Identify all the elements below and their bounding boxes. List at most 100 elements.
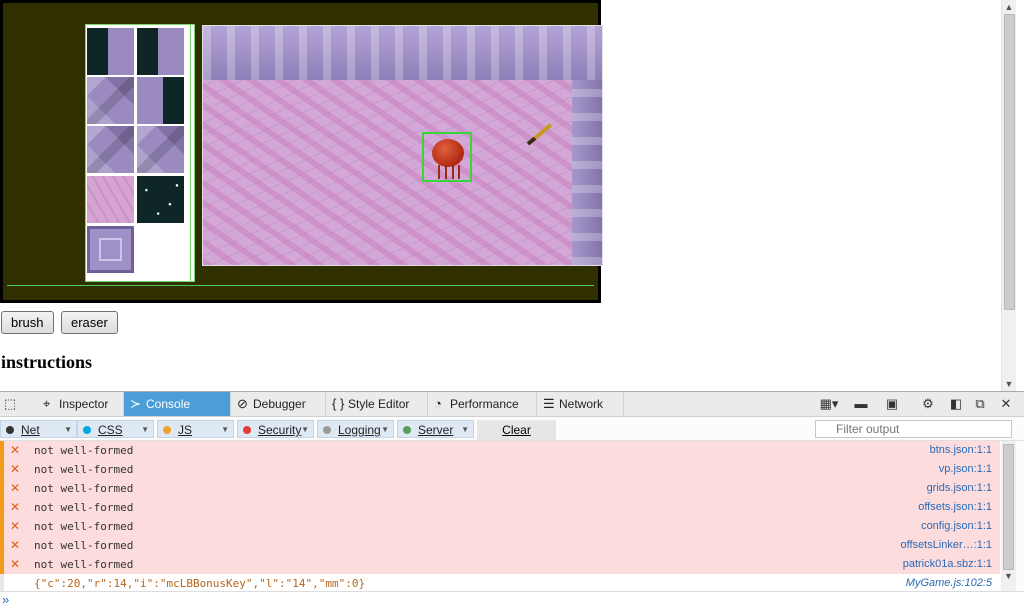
error-icon: ✕ [10,557,21,571]
log-source-link[interactable]: offsets.json:1:1 [918,498,992,517]
game-canvas[interactable] [0,0,603,303]
chevron-down-icon[interactable]: ▼ [141,421,149,439]
log-message: not well-formed [34,520,134,533]
log-source-link[interactable]: btns.json:1:1 [930,441,992,460]
filter-label: JS [178,423,193,437]
palette-tile[interactable] [137,126,184,173]
network-icon: ☰ [543,396,555,411]
tab-label: Inspector [59,397,109,411]
palette-tile[interactable] [137,28,184,75]
map-selection-box[interactable] [422,132,472,182]
console-error-row: ✕ not well-formed offsets.json:1:1 [0,498,1000,517]
filter-label: Logging [338,423,381,437]
close-devtools-icon[interactable]: ✕ [998,396,1014,412]
palette-tile[interactable] [87,77,134,124]
devtools-panel: ⬚ ⌖ Inspector ≻ Console ⊘ Debugger { } Style Ed… [0,391,1024,608]
log-message: not well-formed [34,558,134,571]
console-error-row: ✕ not well-formed grids.json:1:1 [0,479,1000,498]
filter-server[interactable]: Server ▼ [397,420,474,438]
scroll-up-icon[interactable]: ▲ [1002,0,1016,14]
log-message: not well-formed [34,501,134,514]
tab-performance[interactable]: ◔ Performance [428,392,537,416]
filter-dot-icon [83,426,91,434]
error-icon: ✕ [10,538,21,552]
creature-sprite [432,139,464,179]
palette-tile[interactable] [137,176,184,223]
filter-dot-icon [243,426,251,434]
undock-icon[interactable]: ⧉ [972,396,988,412]
filter-css[interactable]: CSS ▼ [77,420,154,438]
tab-label: Performance [450,397,519,411]
console-scrollbar-thumb[interactable] [1003,444,1014,570]
map-top-wall [203,26,602,80]
eraser-button[interactable]: eraser [61,311,118,334]
map-view[interactable] [202,25,603,266]
palette-tile[interactable] [137,77,184,124]
error-icon: ✕ [10,519,21,533]
console-output: ✕ not well-formed btns.json:1:1 ✕ not well-f… [0,441,1016,591]
log-source-link[interactable]: MyGame.js:102:5 [906,574,992,591]
console-log-row: {"c":20,"r":14,"i":"mcLBBonusKey","l":"1… [0,574,1000,591]
filter-dot-icon [403,426,411,434]
scroll-down-icon[interactable]: ▼ [1002,377,1016,391]
palette-tile[interactable] [87,28,134,75]
tile-palette[interactable] [85,24,195,282]
split-console-icon[interactable]: ▬ [853,396,869,412]
chevron-down-icon[interactable]: ▼ [64,421,72,439]
inspector-icon: ⌖ [43,396,51,411]
debugger-icon: ⊘ [237,396,248,411]
tab-network[interactable]: ☰ Network [537,392,624,416]
chevron-down-icon[interactable]: ▼ [461,421,469,439]
log-source-link[interactable]: patrick01a.sbz:1:1 [903,555,992,574]
element-picker-icon[interactable]: ⬚ [2,396,18,412]
filter-security[interactable]: Security ▼ [237,420,314,438]
page-scrollbar[interactable]: ▲ ▼ [1001,0,1016,391]
tab-label: Style Editor [348,397,410,411]
brush-button[interactable]: brush [1,311,54,334]
log-source-link[interactable]: config.json:1:1 [921,517,992,536]
settings-gear-icon[interactable]: ⚙ [920,396,936,412]
log-message: not well-formed [34,539,134,552]
frame-selector-icon[interactable]: ▦▾ [816,396,842,412]
map-right-wall [572,80,602,265]
log-source-link[interactable]: grids.json:1:1 [927,479,992,498]
chevron-down-icon[interactable]: ▼ [301,421,309,439]
palette-tile[interactable] [87,126,134,173]
log-message: {"c":20,"r":14,"i":"mcLBBonusKey","l":"1… [34,577,366,590]
filter-logging[interactable]: Logging ▼ [317,420,394,438]
filter-label: Server [418,423,454,437]
console-scrollbar[interactable]: ▼ [1001,441,1016,591]
palette-divider [190,25,191,281]
log-source-link[interactable]: offsetsLinker…:1:1 [900,536,992,555]
chevron-down-icon[interactable]: ▼ [221,421,229,439]
tab-debugger[interactable]: ⊘ Debugger [231,392,326,416]
error-icon: ✕ [10,462,21,476]
instructions-heading: instructions [1,352,93,372]
clear-button[interactable]: Clear [477,420,556,440]
console-error-row: ✕ not well-formed offsetsLinker…:1:1 [0,536,1000,555]
filter-dot-icon [323,426,331,434]
log-source-link[interactable]: vp.json:1:1 [939,460,992,479]
filter-output-input[interactable] [815,420,1012,438]
console-prompt-icon: » [2,592,10,607]
tab-inspector[interactable]: ⌖ Inspector [37,392,124,416]
filter-dot-icon [163,426,171,434]
filter-net[interactable]: Net ▼ [0,420,77,438]
chevron-down-icon[interactable]: ▼ [381,421,389,439]
console-input-line[interactable]: » [0,591,1024,608]
tab-console[interactable]: ≻ Console [124,392,231,416]
page-scrollbar-thumb[interactable] [1004,14,1015,310]
canvas-ground-line [7,285,594,286]
console-scroll-down-icon[interactable]: ▼ [1001,571,1016,581]
error-icon: ✕ [10,500,21,514]
dock-side-icon[interactable]: ◧ [948,396,964,412]
log-message: not well-formed [34,482,134,495]
filter-label: Net [21,423,40,437]
filter-js[interactable]: JS ▼ [157,420,234,438]
error-icon: ✕ [10,443,21,457]
palette-tile[interactable] [87,226,134,273]
filter-label: CSS [98,423,123,437]
responsive-mode-icon[interactable]: ▣ [884,396,900,412]
tab-style-editor[interactable]: { } Style Editor [326,392,428,416]
palette-tile[interactable] [87,176,134,223]
